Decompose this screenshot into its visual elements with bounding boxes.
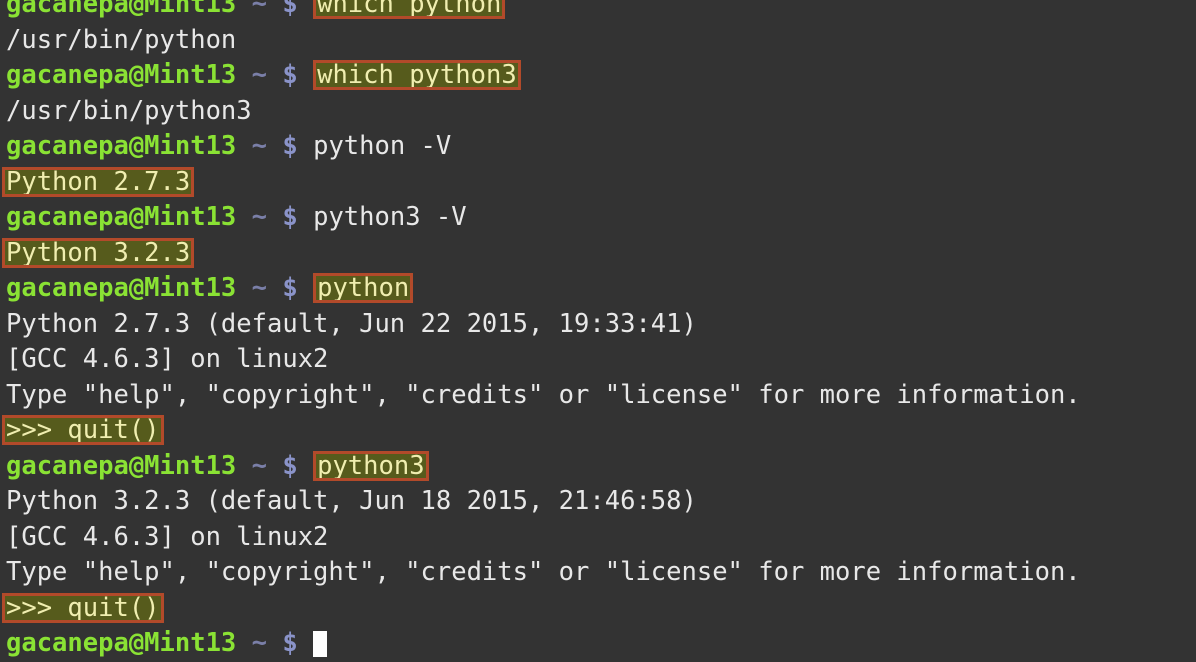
prompt-dollar: $ <box>282 60 298 90</box>
prompt-tilde: ~ <box>251 273 268 303</box>
command-text: python3 -V <box>313 202 467 232</box>
prompt-tilde: ~ <box>251 60 268 90</box>
prompt-user: gacanepa@Mint13 <box>6 0 237 19</box>
output-text: Type "help", "copyright", "credits" or "… <box>6 379 1081 410</box>
highlighted-output: Python 2.7.3 <box>2 166 195 197</box>
prompt-user: gacanepa@Mint13 <box>6 628 237 658</box>
output-line: >>> quit() <box>2 413 164 449</box>
highlighted-output: >>> quit() <box>2 415 164 445</box>
prompt-line: gacanepa@Mint13 ~ $ python <box>6 271 414 307</box>
highlighted-output: Python 3.2.3 <box>2 237 195 268</box>
output-line: Python 2.7.3 (default, Jun 22 2015, 19:3… <box>6 307 697 343</box>
prompt-user: gacanepa@Mint13 <box>6 202 237 232</box>
prompt-line: gacanepa@Mint13 ~ $ <box>6 626 328 662</box>
prompt-dollar: $ <box>282 131 298 161</box>
prompt-tilde: ~ <box>251 202 268 232</box>
prompt-tilde: ~ <box>251 450 268 481</box>
terminal-window[interactable]: gacanepa@Mint13 ~ $ which python/usr/bin… <box>0 0 1196 658</box>
prompt-line: gacanepa@Mint13 ~ $ which python <box>6 0 506 23</box>
output-text: Type "help", "copyright", "credits" or "… <box>6 557 1081 587</box>
prompt-tilde: ~ <box>251 0 268 19</box>
output-line: >>> quit() <box>2 591 164 627</box>
prompt-line: gacanepa@Mint13 ~ $ python3 -V <box>6 200 467 236</box>
prompt-line: gacanepa@Mint13 ~ $ which python3 <box>6 58 521 94</box>
prompt-user: gacanepa@Mint13 <box>6 131 237 161</box>
output-text: Python 2.7.3 (default, Jun 22 2015, 19:3… <box>6 308 697 339</box>
prompt-dollar: $ <box>282 628 298 658</box>
prompt-dollar: $ <box>282 273 298 303</box>
output-text: [GCC 4.6.3] on linux2 <box>6 344 329 374</box>
command-text: python -V <box>313 131 452 161</box>
output-text: /usr/bin/python3 <box>6 95 252 126</box>
output-line: Python 2.7.3 <box>2 165 195 201</box>
highlighted-command: python3 <box>313 450 429 481</box>
output-line: Type "help", "copyright", "credits" or "… <box>6 555 1081 591</box>
cursor-icon[interactable] <box>313 631 328 657</box>
output-line: /usr/bin/python3 <box>6 94 252 130</box>
prompt-tilde: ~ <box>251 131 268 161</box>
output-line: [GCC 4.6.3] on linux2 <box>6 342 328 378</box>
prompt-user: gacanepa@Mint13 <box>6 60 237 90</box>
highlighted-output: >>> quit() <box>2 592 164 623</box>
output-line: /usr/bin/python <box>6 23 236 59</box>
output-line: Type "help", "copyright", "credits" or "… <box>6 378 1081 414</box>
output-line: Python 3.2.3 <box>2 236 195 272</box>
prompt-dollar: $ <box>282 202 298 232</box>
prompt-line: gacanepa@Mint13 ~ $ python -V <box>6 129 451 165</box>
prompt-tilde: ~ <box>251 628 268 658</box>
prompt-line: gacanepa@Mint13 ~ $ python3 <box>6 449 429 485</box>
output-text: Python 3.2.3 (default, Jun 18 2015, 21:4… <box>6 486 697 516</box>
highlighted-command: which python3 <box>313 60 521 90</box>
prompt-user: gacanepa@Mint13 <box>6 450 237 481</box>
highlighted-command: python <box>313 273 414 303</box>
prompt-dollar: $ <box>282 0 298 19</box>
prompt-user: gacanepa@Mint13 <box>6 273 237 303</box>
output-text: /usr/bin/python <box>6 24 237 55</box>
output-line: Python 3.2.3 (default, Jun 18 2015, 21:4… <box>6 484 697 520</box>
prompt-dollar: $ <box>282 450 298 481</box>
output-line: [GCC 4.6.3] on linux2 <box>6 520 328 556</box>
highlighted-command: which python <box>313 0 506 19</box>
output-text: [GCC 4.6.3] on linux2 <box>6 521 329 552</box>
